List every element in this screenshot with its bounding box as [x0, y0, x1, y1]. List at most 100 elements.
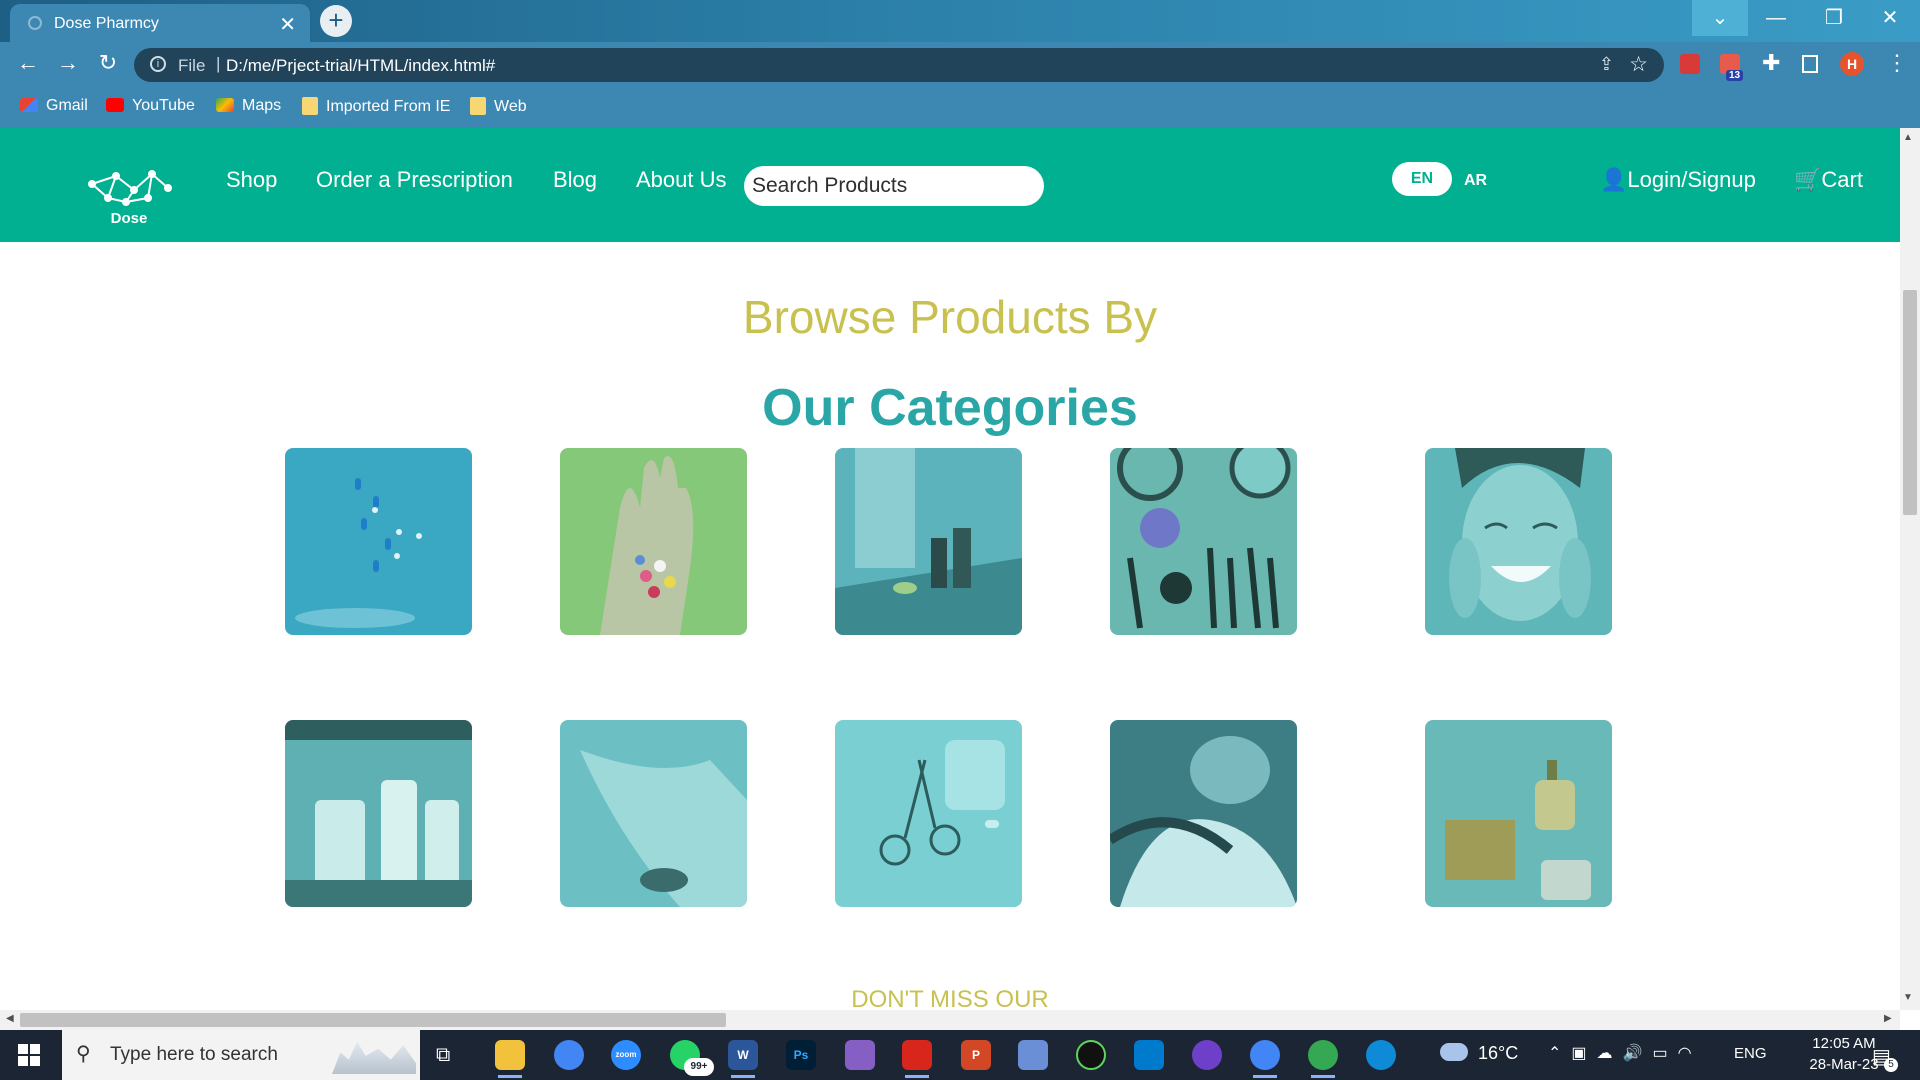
category-tile-facecare[interactable]: [1425, 448, 1612, 635]
scroll-right-icon[interactable]: ▶: [1884, 1013, 1892, 1024]
categories-heading: Our Categories: [762, 379, 1138, 437]
product-search-input[interactable]: [744, 166, 1044, 206]
task-view-icon[interactable]: ⧉: [436, 1044, 450, 1067]
search-icon: ⚲: [76, 1043, 91, 1065]
tab-favicon-icon: [28, 16, 42, 30]
address-bar[interactable]: i File | D:/me/Prject-trial/HTML/index.h…: [134, 48, 1664, 82]
word-icon[interactable]: W: [728, 1040, 758, 1078]
user-icon: 👤: [1600, 167, 1628, 192]
category-tile-perfume[interactable]: [1425, 720, 1612, 907]
file-explorer-icon[interactable]: [495, 1040, 525, 1078]
chrome-profile-icon[interactable]: [1250, 1040, 1280, 1078]
todoist-extension-icon[interactable]: [1680, 54, 1700, 74]
perfume-image: [1425, 720, 1612, 907]
windows-taskbar: ⚲ Type here to search ⧉ zoom 99+ W Ps P …: [0, 1030, 1920, 1080]
volume-icon[interactable]: 🔊: [1623, 1045, 1653, 1062]
site-info-icon[interactable]: i: [150, 56, 166, 72]
share-icon[interactable]: ⇪: [1599, 54, 1614, 75]
bookmarks-bar: Gmail YouTube Maps Imported From IE Web: [0, 88, 1920, 128]
category-tile-babycare[interactable]: [560, 720, 747, 907]
scroll-up-icon[interactable]: ▲: [1903, 132, 1913, 143]
input-language[interactable]: ENG: [1734, 1045, 1767, 1062]
bookmark-folder-imported[interactable]: Imported From IE: [302, 97, 450, 116]
dose-logo[interactable]: Dose: [86, 168, 172, 228]
back-arrow-icon[interactable]: ←: [12, 50, 44, 76]
nav-blog[interactable]: Blog: [553, 167, 597, 193]
battery-icon[interactable]: ▭: [1652, 1045, 1677, 1062]
horizontal-scrollbar-thumb[interactable]: [20, 1013, 726, 1027]
obs-icon[interactable]: [1076, 1040, 1106, 1070]
bookmark-maps[interactable]: Maps: [216, 97, 281, 115]
nav-about-us[interactable]: About Us: [636, 167, 727, 193]
visual-studio-icon[interactable]: [845, 1040, 875, 1070]
side-panel-icon[interactable]: [1802, 55, 1818, 73]
extension-badge: 13: [1726, 70, 1744, 81]
category-tile-household[interactable]: [285, 720, 472, 907]
category-tile-makeup[interactable]: [1110, 448, 1297, 635]
login-signup-link[interactable]: 👤Login/Signup: [1600, 167, 1756, 193]
category-tile-vitamins[interactable]: [560, 448, 747, 635]
reload-icon[interactable]: ↻: [92, 50, 124, 76]
extensions-puzzle-icon[interactable]: ✚: [1762, 50, 1780, 76]
chrome-icon[interactable]: [554, 1040, 584, 1070]
edge-icon[interactable]: [1366, 1040, 1396, 1070]
bookmark-folder-web[interactable]: Web: [470, 97, 527, 116]
category-tile-skincare[interactable]: [835, 448, 1022, 635]
vscode-icon[interactable]: [1134, 1040, 1164, 1070]
bookmark-youtube[interactable]: YouTube: [106, 97, 195, 115]
chevron-up-icon[interactable]: ⌃: [1548, 1045, 1571, 1062]
language-ar-button[interactable]: AR: [1464, 172, 1487, 190]
forward-arrow-icon[interactable]: →: [52, 50, 84, 76]
cart-link[interactable]: 🛒Cart: [1794, 167, 1863, 193]
molecule-logo-icon: Dose: [88, 170, 172, 227]
vertical-scrollbar-thumb[interactable]: [1903, 290, 1917, 515]
face-care-image: [1425, 448, 1612, 635]
onedrive-icon[interactable]: ☁: [1597, 1045, 1623, 1062]
browser-tab[interactable]: Dose Pharmcy ✕: [10, 4, 310, 42]
new-tab-button[interactable]: +: [320, 5, 352, 37]
category-tile-pills[interactable]: [285, 448, 472, 635]
category-tile-medical[interactable]: [835, 720, 1022, 907]
chrome-alt-profile-icon[interactable]: [1308, 1040, 1338, 1078]
address-url[interactable]: D:/me/Prject-trial/HTML/index.html#: [226, 56, 495, 76]
baby-care-image: [560, 720, 747, 907]
makeup-tools-image: [1110, 448, 1297, 635]
close-tab-icon[interactable]: ✕: [279, 12, 296, 37]
site-header: Dose Shop Order a Prescription Blog Abou…: [0, 128, 1900, 242]
taskbar-search-box[interactable]: ⚲ Type here to search: [62, 1030, 420, 1080]
taskbar-search-placeholder: Type here to search: [110, 1044, 278, 1065]
category-tile-haircare[interactable]: [1110, 720, 1297, 907]
cart-icon: 🛒: [1794, 167, 1822, 192]
address-separator: |: [216, 54, 221, 73]
medical-supplies-image: [835, 720, 1022, 907]
restore-window-icon[interactable]: ❐: [1806, 0, 1862, 36]
nav-shop[interactable]: Shop: [226, 167, 277, 193]
tab-search-chevron-down-icon[interactable]: ⌄: [1692, 0, 1748, 36]
photoshop-icon[interactable]: Ps: [786, 1040, 816, 1070]
browse-heading: Browse Products By: [742, 291, 1158, 343]
weather-widget[interactable]: 16°C: [1440, 1043, 1518, 1064]
github-desktop-icon[interactable]: [1192, 1040, 1222, 1070]
scroll-down-icon[interactable]: ▼: [1903, 992, 1913, 1003]
windows-start-icon[interactable]: [18, 1044, 40, 1066]
maps-icon: [216, 98, 234, 112]
youtube-icon: [106, 98, 124, 112]
folder-icon: [302, 97, 318, 115]
scroll-left-icon[interactable]: ◀: [6, 1013, 14, 1024]
browser-menu-icon[interactable]: ⋮: [1886, 50, 1908, 76]
system-tray[interactable]: ⌃▣☁🔊▭◠: [1548, 1043, 1702, 1063]
wifi-icon[interactable]: ◠: [1678, 1045, 1702, 1062]
close-window-icon[interactable]: ✕: [1862, 0, 1918, 36]
profile-avatar[interactable]: H: [1840, 52, 1864, 76]
virtualbox-icon[interactable]: [1018, 1040, 1048, 1070]
language-en-button[interactable]: EN: [1392, 162, 1452, 196]
acrobat-icon[interactable]: [902, 1040, 932, 1078]
bookmark-gmail[interactable]: Gmail: [20, 97, 88, 115]
minimize-window-icon[interactable]: —: [1748, 0, 1804, 36]
zoom-icon[interactable]: zoom: [611, 1040, 641, 1070]
nav-order-prescription[interactable]: Order a Prescription: [316, 167, 513, 193]
vertical-scrollbar[interactable]: [1900, 128, 1920, 1010]
powerpoint-icon[interactable]: P: [961, 1040, 991, 1070]
meet-now-icon[interactable]: ▣: [1571, 1045, 1596, 1062]
bookmark-star-icon[interactable]: ☆: [1629, 52, 1648, 77]
